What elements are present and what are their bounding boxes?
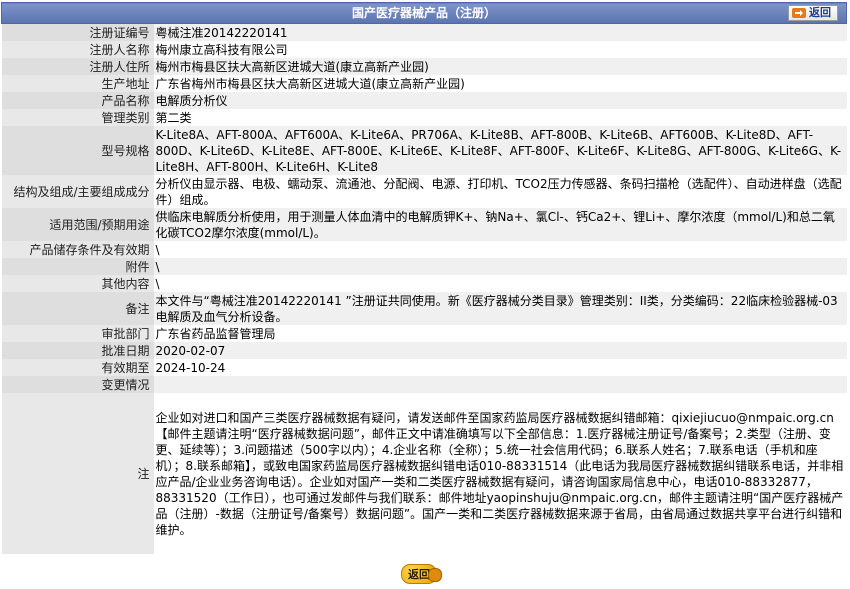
label-structure: 结构及组成/主要组成成分 — [1, 175, 154, 208]
value-model-spec: K-Lite8A、AFT-800A、AFT600A、K-Lite6A、PR706… — [153, 126, 847, 175]
value-registrant-name: 梅州康立高科技有限公司 — [153, 41, 847, 58]
row-attachment: 附件 \ — [1, 258, 847, 275]
label-management-category: 管理类别 — [1, 109, 154, 126]
value-registration-number: 粤械注准20142220141 — [153, 23, 847, 41]
row-approval-date: 批准日期 2020-02-07 — [1, 342, 847, 359]
label-registration-number: 注册证编号 — [1, 23, 154, 41]
label-attachment: 附件 — [1, 258, 154, 275]
back-button-top[interactable]: 返回 — [788, 5, 838, 21]
row-management-category: 管理类别 第二类 — [1, 109, 847, 126]
value-storage: \ — [153, 241, 847, 258]
row-change-status: 变更情况 — [1, 376, 847, 393]
value-remark: 本文件与“粤械注准20142220141 ”注册证共同使用。新《医疗器械分类目录… — [153, 292, 847, 325]
label-approval-date: 批准日期 — [1, 342, 154, 359]
row-registration-number: 注册证编号 粤械注准20142220141 — [1, 23, 847, 41]
value-registrant-address: 梅州市梅县区扶大高新区进城大道(康立高新产业园) — [153, 58, 847, 75]
row-storage: 产品储存条件及有效期 \ — [1, 241, 847, 258]
row-production-address: 生产地址 广东省梅州市梅县区扶大高新区进城大道(康立高新产业园) — [1, 75, 847, 92]
back-button-top-label: 返回 — [809, 6, 831, 19]
label-other: 其他内容 — [1, 275, 154, 292]
label-approval-dept: 审批部门 — [1, 325, 154, 342]
label-intended-use: 适用范围/预期用途 — [1, 208, 154, 241]
row-structure: 结构及组成/主要组成成分 分析仪由显示器、电极、蠕动泵、流通池、分配阀、电源、打… — [1, 175, 847, 208]
value-approval-date: 2020-02-07 — [153, 342, 847, 359]
row-intended-use: 适用范围/预期用途 供临床电解质分析使用，用于测量人体血清中的电解质钾K+、钠N… — [1, 208, 847, 241]
value-intended-use: 供临床电解质分析使用，用于测量人体血清中的电解质钾K+、钠Na+、氯Cl-、钙C… — [153, 208, 847, 241]
header-cell: 国产医疗器械产品（注册） 返回 — [1, 2, 847, 24]
value-product-name: 电解质分析仪 — [153, 92, 847, 109]
label-model-spec: 型号规格 — [1, 126, 154, 175]
page-title: 国产医疗器械产品（注册） — [351, 6, 496, 20]
arrow-circle-icon — [428, 568, 442, 582]
label-expiry-date: 有效期至 — [1, 359, 154, 376]
value-other: \ — [153, 275, 847, 292]
label-production-address: 生产地址 — [1, 75, 154, 92]
back-button-bottom-label: 返回 — [408, 568, 430, 581]
row-product-name: 产品名称 电解质分析仪 — [1, 92, 847, 109]
label-change-status: 变更情况 — [1, 376, 154, 393]
row-approval-dept: 审批部门 广东省药品监督管理局 — [1, 325, 847, 342]
row-note: 注 企业如对进口和国产三类医疗器械数据有疑问，请发送邮件至国家药监局医疗器械数据… — [1, 393, 847, 554]
label-registrant-address: 注册人住所 — [1, 58, 154, 75]
row-model-spec: 型号规格 K-Lite8A、AFT-800A、AFT600A、K-Lite6A、… — [1, 126, 847, 175]
label-storage: 产品储存条件及有效期 — [1, 241, 154, 258]
label-note: 注 — [1, 393, 154, 554]
value-structure: 分析仪由显示器、电极、蠕动泵、流通池、分配阀、电源、打印机、TCO2压力传感器、… — [153, 175, 847, 208]
arrow-right-icon — [792, 8, 806, 18]
row-registrant-address: 注册人住所 梅州市梅县区扶大高新区进城大道(康立高新产业园) — [1, 58, 847, 75]
detail-table: 国产医疗器械产品（注册） 返回 注册证编号 粤械注准20142220141 注册… — [1, 2, 847, 554]
label-product-name: 产品名称 — [1, 92, 154, 109]
value-production-address: 广东省梅州市梅县区扶大高新区进城大道(康立高新产业园) — [153, 75, 847, 92]
row-other: 其他内容 \ — [1, 275, 847, 292]
value-approval-dept: 广东省药品监督管理局 — [153, 325, 847, 342]
label-remark: 备注 — [1, 292, 154, 325]
value-attachment: \ — [153, 258, 847, 275]
label-registrant-name: 注册人名称 — [1, 41, 154, 58]
row-remark: 备注 本文件与“粤械注准20142220141 ”注册证共同使用。新《医疗器械分… — [1, 292, 847, 325]
value-change-status — [153, 376, 847, 393]
row-expiry-date: 有效期至 2024-10-24 — [1, 359, 847, 376]
value-note: 企业如对进口和国产三类医疗器械数据有疑问，请发送邮件至国家药监局医疗器械数据纠错… — [153, 393, 847, 554]
value-expiry-date: 2024-10-24 — [153, 359, 847, 376]
row-registrant-name: 注册人名称 梅州康立高科技有限公司 — [1, 41, 847, 58]
value-management-category: 第二类 — [153, 109, 847, 126]
back-button-bottom[interactable]: 返回 — [401, 564, 442, 584]
header-row: 国产医疗器械产品（注册） 返回 — [1, 2, 847, 24]
